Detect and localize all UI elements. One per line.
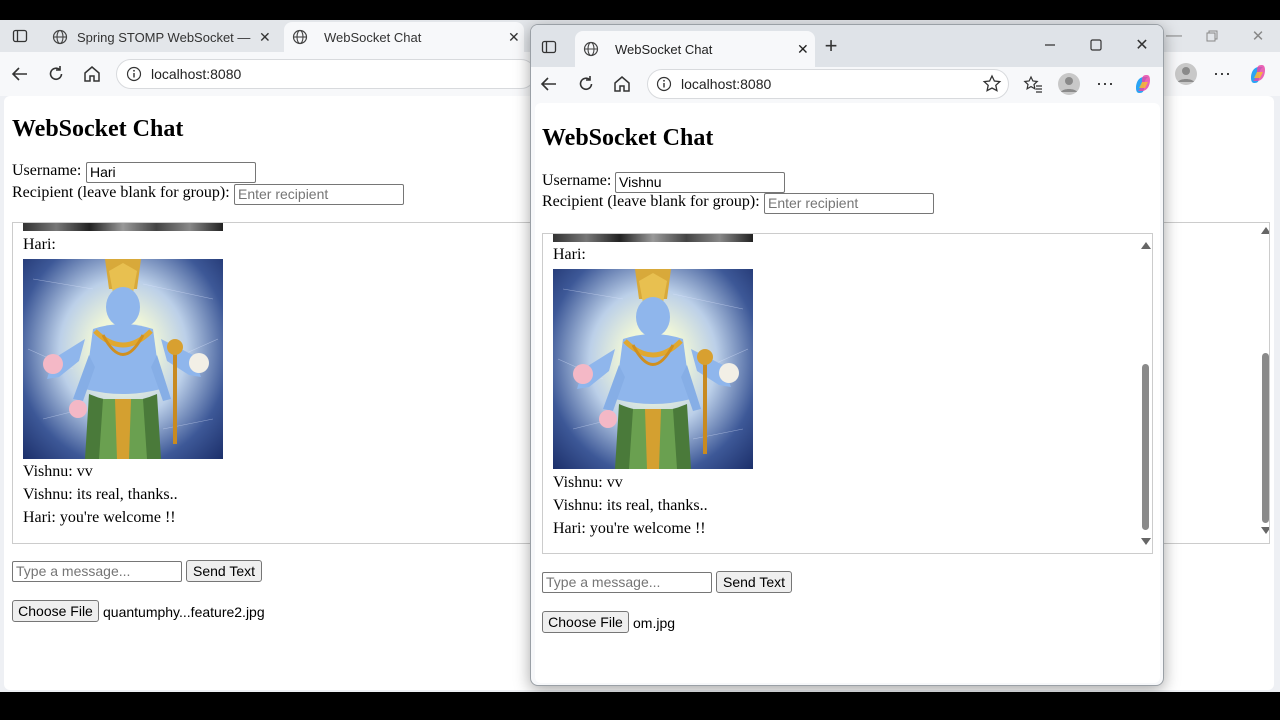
- scrollbar-thumb[interactable]: [1142, 364, 1149, 530]
- recipient-label: Recipient (leave blank for group):: [12, 184, 230, 201]
- choose-file-button[interactable]: Choose File: [542, 611, 629, 633]
- address-text: localhost:8080: [681, 76, 772, 92]
- message-item: Hari: you're welcome !!: [23, 509, 176, 526]
- restore-icon[interactable]: [1198, 22, 1226, 50]
- chat-messages[interactable]: Hari: Vishnu: vv Vishnu: its real, thank…: [542, 233, 1153, 554]
- close-icon[interactable]: ✕: [259, 29, 271, 46]
- message-item: Vishnu: vv: [553, 474, 623, 491]
- send-text-button[interactable]: Send Text: [186, 560, 262, 582]
- maximize-icon[interactable]: [1082, 31, 1110, 59]
- info-icon[interactable]: [656, 76, 672, 92]
- page-title: WebSocket Chat: [12, 116, 184, 142]
- close-icon[interactable]: ✕: [508, 29, 520, 46]
- home-icon[interactable]: [78, 60, 106, 88]
- previous-image-strip: [23, 223, 223, 231]
- username-input[interactable]: Vishnu: [615, 172, 785, 193]
- tab-actions-icon[interactable]: [6, 22, 34, 50]
- copilot-icon[interactable]: [1244, 60, 1272, 88]
- username-label: Username:: [542, 172, 612, 189]
- right-page: WebSocket Chat Username: Vishnu Recipien…: [535, 103, 1160, 683]
- minimize-icon[interactable]: —: [1160, 22, 1188, 50]
- address-bar[interactable]: localhost:8080: [647, 69, 1009, 99]
- message-item: Vishnu: its real, thanks..: [23, 486, 178, 503]
- close-icon[interactable]: ✕: [797, 41, 809, 58]
- previous-image-strip: [553, 234, 753, 242]
- info-icon[interactable]: [126, 66, 142, 82]
- new-tab-icon[interactable]: +: [817, 32, 845, 60]
- deity-image: [23, 259, 223, 459]
- profile-icon[interactable]: [1055, 70, 1083, 98]
- copilot-icon[interactable]: [1129, 70, 1157, 98]
- close-window-icon[interactable]: ✕: [1128, 31, 1156, 59]
- globe-icon: [52, 29, 68, 45]
- star-icon[interactable]: [982, 74, 1002, 94]
- chat-scrollbar[interactable]: [1259, 223, 1269, 543]
- reload-icon[interactable]: [42, 60, 70, 88]
- back-icon[interactable]: [535, 70, 563, 98]
- address-bar[interactable]: localhost:8080: [116, 59, 536, 89]
- message-input[interactable]: Type a message...: [542, 572, 712, 593]
- message-input[interactable]: Type a message...: [12, 561, 182, 582]
- username-label: Username:: [12, 162, 82, 179]
- message-item: Hari:: [23, 236, 56, 253]
- globe-icon: [583, 41, 599, 57]
- send-text-button[interactable]: Send Text: [716, 571, 792, 593]
- minimize-icon[interactable]: [1036, 31, 1064, 59]
- choose-file-button[interactable]: Choose File: [12, 600, 99, 622]
- file-name: om.jpg: [633, 615, 676, 631]
- front-toolbar: localhost:8080 ⋯: [531, 67, 1163, 103]
- chat-scrollbar[interactable]: [1140, 234, 1152, 553]
- username-input[interactable]: Hari: [86, 162, 256, 183]
- scrollbar-thumb[interactable]: [1262, 353, 1269, 523]
- reload-icon[interactable]: [572, 70, 600, 98]
- page-title: WebSocket Chat: [542, 125, 714, 151]
- file-name: quantumphy...feature2.jpg: [103, 604, 265, 620]
- tab-title: WebSocket Chat: [324, 29, 422, 45]
- recipient-input[interactable]: Enter recipient: [764, 193, 934, 214]
- tab-title: WebSocket Chat: [615, 41, 713, 57]
- front-browser-window: WebSocket Chat ✕ + ✕ localhost:8080 ⋯ We…: [530, 24, 1164, 686]
- message-item: Hari:: [553, 246, 586, 263]
- favorites-icon[interactable]: [1019, 70, 1047, 98]
- tab-websocket-chat[interactable]: WebSocket Chat ✕: [284, 22, 524, 52]
- tab-actions-icon[interactable]: [535, 33, 563, 61]
- message-item: Vishnu: vv: [23, 463, 93, 480]
- tab-title: Spring STOMP WebSocket — Flo: [77, 29, 253, 45]
- front-tab-strip: WebSocket Chat ✕ + ✕: [531, 25, 1163, 67]
- more-icon[interactable]: ⋯: [1208, 60, 1236, 88]
- tab-spring-stomp[interactable]: Spring STOMP WebSocket — Flo ✕: [44, 22, 280, 52]
- back-icon[interactable]: [6, 60, 34, 88]
- home-icon[interactable]: [608, 70, 636, 98]
- profile-icon[interactable]: [1172, 60, 1200, 88]
- globe-icon: [292, 29, 308, 45]
- close-window-icon[interactable]: ✕: [1244, 22, 1272, 50]
- recipient-input[interactable]: Enter recipient: [234, 184, 404, 205]
- recipient-label: Recipient (leave blank for group):: [542, 193, 760, 210]
- message-item: Vishnu: its real, thanks..: [553, 497, 708, 514]
- deity-image: [553, 269, 753, 469]
- scroll-up-icon[interactable]: [1261, 227, 1269, 234]
- scroll-down-icon[interactable]: [1141, 538, 1151, 545]
- tab-websocket-chat[interactable]: WebSocket Chat ✕: [575, 31, 815, 67]
- scroll-down-icon[interactable]: [1261, 527, 1269, 534]
- more-icon[interactable]: ⋯: [1091, 70, 1119, 98]
- address-text: localhost:8080: [151, 66, 242, 82]
- message-item: Hari: you're welcome !!: [553, 520, 706, 537]
- scroll-up-icon[interactable]: [1141, 242, 1151, 249]
